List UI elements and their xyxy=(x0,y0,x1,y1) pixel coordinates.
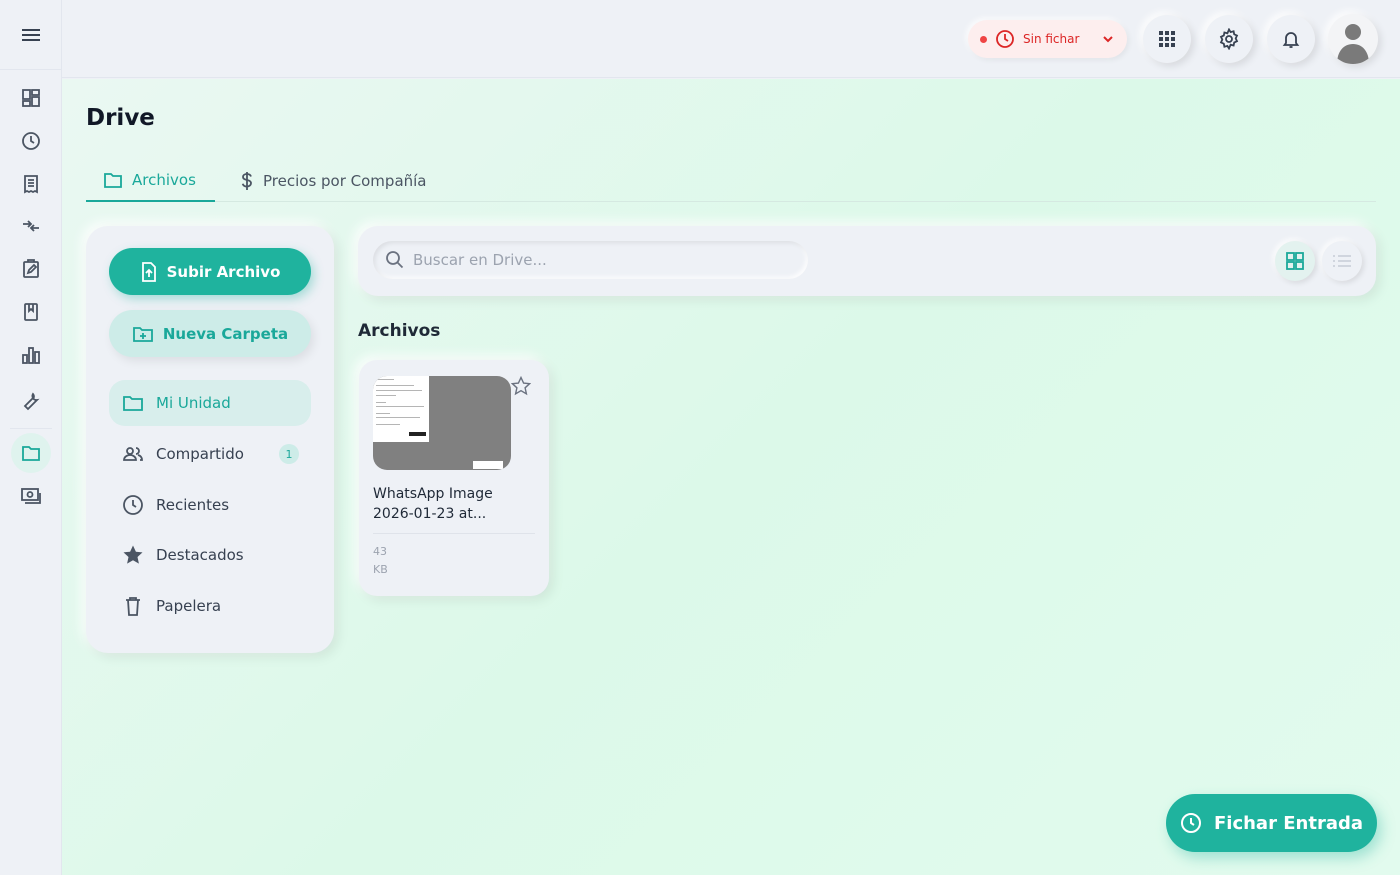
shared-count-badge: 1 xyxy=(279,444,299,464)
rail-transfer[interactable] xyxy=(11,206,51,246)
rail-drive[interactable] xyxy=(11,433,51,473)
clock-icon xyxy=(996,30,1014,48)
gear-icon xyxy=(1219,28,1239,50)
tab-label: Archivos xyxy=(132,170,196,189)
dollar-icon xyxy=(241,171,252,190)
bell-icon xyxy=(1282,32,1300,48)
files-section-title: Archivos xyxy=(358,321,441,341)
clock-icon xyxy=(123,495,143,515)
sidebar-item-label: Papelera xyxy=(156,597,222,615)
top-bar: Sin fichar xyxy=(62,0,1400,78)
clock-in-label: Fichar Entrada xyxy=(1213,812,1363,834)
chevron-down-icon xyxy=(1103,36,1114,43)
wrench-icon xyxy=(23,392,40,411)
file-name: WhatsApp Image 2026-01-23 at... xyxy=(373,486,493,522)
star-icon xyxy=(123,545,143,564)
favorite-button[interactable] xyxy=(510,375,532,400)
grid-view-button[interactable] xyxy=(1275,241,1315,281)
user-silhouette-icon xyxy=(1337,24,1369,64)
dashboard-icon xyxy=(22,89,40,107)
left-rail xyxy=(0,0,62,875)
new-folder-button[interactable]: Nueva Carpeta xyxy=(109,310,311,357)
sidebar-item-destacados[interactable]: Destacados xyxy=(109,532,311,578)
clock-status-dropdown[interactable]: Sin fichar xyxy=(968,20,1127,58)
rail-stats[interactable] xyxy=(11,335,51,375)
status-dot xyxy=(980,35,987,43)
sidebar-item-label: Mi Unidad xyxy=(156,394,231,412)
rail-book[interactable] xyxy=(11,292,51,332)
folder-icon xyxy=(123,396,143,411)
sidebar-item-recientes[interactable]: Recientes xyxy=(109,482,311,528)
clock-icon xyxy=(22,132,40,150)
sidebar-item-label: Compartido xyxy=(156,445,244,463)
new-folder-label: Nueva Carpeta xyxy=(162,324,289,343)
file-size: 43 KB xyxy=(373,545,388,576)
star-outline-icon xyxy=(510,375,532,396)
rail-dashboard[interactable] xyxy=(11,78,51,118)
search-box xyxy=(373,241,808,279)
file-thumbnail xyxy=(373,376,511,470)
status-label: Sin fichar xyxy=(1023,32,1080,46)
money-icon xyxy=(21,488,41,504)
folder-icon xyxy=(22,446,40,461)
clock-in-button[interactable]: Fichar Entrada xyxy=(1166,794,1377,852)
rail-receipt[interactable] xyxy=(11,164,51,204)
tab-archivos[interactable]: Archivos xyxy=(86,159,215,202)
hamburger-icon xyxy=(21,28,40,41)
list-view-icon xyxy=(1333,255,1351,267)
notifications-button[interactable] xyxy=(1267,15,1315,63)
tab-bar: Archivos Precios por Compañía xyxy=(86,159,1376,202)
clock-icon xyxy=(1180,813,1201,833)
search-toolbar xyxy=(358,226,1376,296)
rail-clock[interactable] xyxy=(11,121,51,161)
trash-icon xyxy=(126,597,140,616)
user-avatar[interactable] xyxy=(1328,14,1378,64)
page-title: Drive xyxy=(86,105,155,131)
apps-grid-icon xyxy=(1159,31,1175,47)
upload-label: Subir Archivo xyxy=(166,262,281,281)
upload-file-button[interactable]: Subir Archivo xyxy=(109,248,311,295)
tab-label: Precios por Compañía xyxy=(263,171,427,190)
people-icon xyxy=(123,447,143,461)
card-divider xyxy=(373,533,535,534)
rail-divider xyxy=(10,428,52,429)
sidebar-item-papelera[interactable]: Papelera xyxy=(109,583,311,629)
sidebar-item-label: Destacados xyxy=(156,546,244,564)
file-card[interactable]: WhatsApp Image 2026-01-23 at... 43 KB xyxy=(359,360,549,596)
main-content: Drive Archivos Precios por Compañía Subi… xyxy=(62,79,1400,875)
bar-chart-icon xyxy=(22,347,40,364)
sidebar-item-compartido[interactable]: Compartido 1 xyxy=(109,431,311,477)
search-icon xyxy=(386,251,404,269)
tab-precios[interactable]: Precios por Compañía xyxy=(240,159,427,202)
rail-payments[interactable] xyxy=(11,476,51,516)
file-upload-icon xyxy=(141,261,156,282)
search-input[interactable] xyxy=(413,251,793,269)
rail-tasks[interactable] xyxy=(11,249,51,289)
list-view-button[interactable] xyxy=(1322,241,1362,281)
compare-arrows-icon xyxy=(23,220,39,232)
drive-sidebar: Subir Archivo Nueva Carpeta Mi Unidad Co… xyxy=(86,226,334,653)
menu-button[interactable] xyxy=(0,0,61,70)
sidebar-item-mi-unidad[interactable]: Mi Unidad xyxy=(109,380,311,426)
grid-view-icon xyxy=(1286,252,1304,270)
apps-button[interactable] xyxy=(1143,15,1191,63)
settings-button[interactable] xyxy=(1205,15,1253,63)
folder-icon xyxy=(104,172,122,188)
receipt-icon xyxy=(24,175,38,194)
sidebar-item-label: Recientes xyxy=(156,496,230,514)
rail-tools[interactable] xyxy=(11,381,51,421)
clipboard-edit-icon xyxy=(23,259,39,278)
book-icon xyxy=(24,303,38,321)
folder-plus-icon xyxy=(132,326,153,342)
